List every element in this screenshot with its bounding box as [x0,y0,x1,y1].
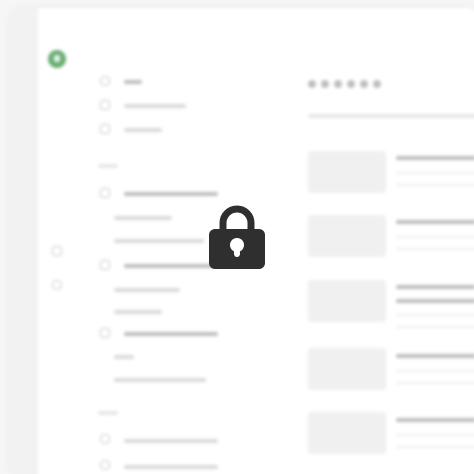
group-subitem[interactable] [114,288,180,292]
card-line [396,248,474,250]
page-dot[interactable] [321,80,329,88]
sidebar-rail [10,8,38,474]
lock-icon [209,205,265,269]
document-icon[interactable] [100,100,110,110]
card-title[interactable] [396,354,474,358]
card-thumbnail[interactable] [308,348,386,390]
group-subitem[interactable] [114,239,204,243]
group-subitem[interactable] [114,310,162,314]
user-icon[interactable] [100,460,110,470]
group-title[interactable] [124,332,218,336]
rocket-icon[interactable] [100,124,110,134]
group-subitem[interactable] [114,216,172,220]
group-subitem[interactable] [114,355,134,359]
card-line [396,370,474,372]
card-title[interactable] [396,299,474,303]
menu-item-label[interactable] [124,439,218,443]
page-dot[interactable] [334,80,342,88]
bolt-icon[interactable] [52,246,62,256]
card-title[interactable] [396,156,474,160]
chevron-icon[interactable] [100,328,110,338]
section-header [98,164,118,168]
logo-icon [48,50,66,68]
card-line [396,446,474,448]
group-subitem[interactable] [114,378,206,382]
menu-item-label[interactable] [124,465,218,469]
card-thumbnail[interactable] [308,412,386,454]
page-dot[interactable] [360,80,368,88]
page-dot[interactable] [373,80,381,88]
group-title[interactable] [124,192,218,196]
card-line [396,434,474,436]
app-screen [0,0,474,474]
section-header [98,411,118,415]
chevron-icon[interactable] [100,188,110,198]
group-title[interactable] [124,264,214,268]
card-title[interactable] [396,285,474,289]
card-thumbnail[interactable] [308,280,386,322]
card-line [396,172,474,174]
card-title[interactable] [396,418,474,422]
menu-item-label[interactable] [124,80,142,84]
card-thumbnail[interactable] [308,215,386,257]
page-dot[interactable] [347,80,355,88]
search-icon[interactable] [52,280,62,290]
menu-item-label[interactable] [124,104,186,108]
card-line [396,382,474,384]
card-thumbnail[interactable] [308,151,386,193]
menu-item-label[interactable] [124,128,162,132]
breadcrumb [308,114,474,118]
card-line [396,326,474,328]
chevron-icon[interactable] [100,260,110,270]
home-icon[interactable] [100,76,110,86]
page-dot[interactable] [308,80,316,88]
card-line [396,314,474,316]
card-title[interactable] [396,220,474,224]
gear-icon[interactable] [100,434,110,444]
card-line [396,184,474,186]
card-line [396,236,474,238]
